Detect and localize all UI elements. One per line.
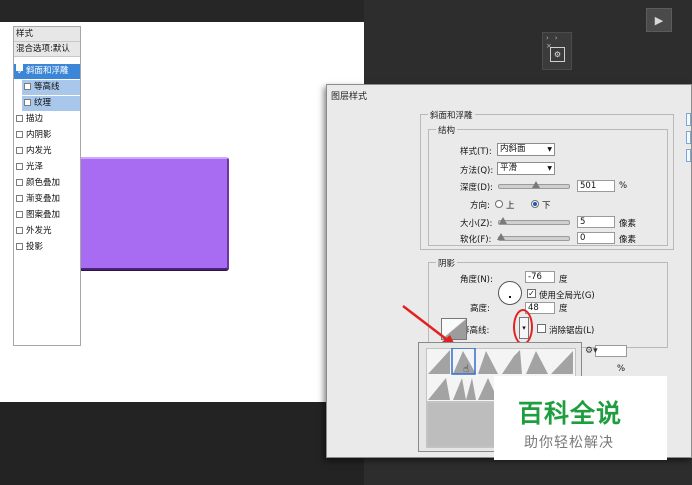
style-list-label: 样式 [16, 29, 34, 39]
checkbox-icon[interactable] [24, 83, 31, 90]
angle-dial[interactable] [498, 281, 522, 305]
style-list-label: 混合选项:默认 [16, 44, 70, 54]
style-item-inner-shadow[interactable]: 内阴影 [14, 128, 80, 143]
style-item-stroke[interactable]: 描边 [14, 112, 80, 127]
size-slider[interactable] [498, 217, 570, 225]
direction-label: 方向: [470, 201, 490, 211]
workspace-background [0, 402, 364, 485]
collapsed-panel[interactable]: ›› × ⚙ [542, 32, 572, 70]
angle-label: 角度(N): [460, 275, 493, 285]
global-light-checkbox[interactable]: ✓ [527, 289, 536, 298]
shading-title: 阴影 [436, 257, 458, 269]
checkbox-icon[interactable] [16, 163, 23, 170]
style-item-pattern-overlay[interactable]: 图案叠加 [14, 208, 80, 223]
bevel-style-select[interactable]: 内斜面 ▼ [497, 143, 555, 156]
style-list-label: 等高线 [34, 82, 60, 92]
angle-input[interactable]: -76 [525, 271, 555, 283]
altitude-unit: 度 [559, 304, 568, 314]
global-light-label: 使用全局光(G) [539, 291, 595, 301]
altitude-label: 高度: [470, 304, 490, 314]
gear-icon[interactable]: ⚙▾ [585, 346, 598, 356]
checkbox-icon[interactable] [16, 131, 23, 138]
highlight-circle [513, 309, 533, 345]
depth-slider-thumb[interactable] [532, 181, 540, 188]
watermark-logo: 百科全说 助你轻松解决 [494, 376, 667, 460]
checkbox-icon[interactable]: ✓ [16, 64, 24, 77]
style-list-item[interactable]: 混合选项:默认 [14, 42, 80, 57]
angle-unit: 度 [559, 275, 568, 285]
style-item-outer-glow[interactable]: 外发光 [14, 224, 80, 239]
style-item-contour[interactable]: 等高线 [22, 80, 80, 95]
style-list-label: 内发光 [26, 146, 52, 156]
soften-slider[interactable] [497, 233, 570, 241]
style-item-satin[interactable]: 光泽 [14, 160, 80, 175]
direction-down-label: 下 [542, 201, 551, 211]
style-item-bevel-emboss[interactable]: ✓ 斜面和浮雕 [14, 64, 80, 79]
checkbox-icon[interactable] [16, 243, 23, 250]
anti-alias-label: 消除锯齿(L) [549, 326, 595, 336]
chevron-down-icon: ▼ [547, 165, 552, 172]
depth-input[interactable]: 501 [577, 180, 615, 192]
size-label: 大小(Z): [460, 219, 493, 229]
depth-slider[interactable] [498, 181, 570, 189]
style-list-label: 描边 [26, 114, 44, 124]
watermark-title: 百科全说 [518, 399, 623, 428]
style-list-label: 外发光 [26, 226, 52, 236]
checkbox-icon[interactable] [24, 99, 31, 106]
new-style-button-edge[interactable] [686, 149, 691, 162]
checkbox-icon[interactable] [16, 227, 23, 234]
soften-label: 软化(F): [460, 235, 492, 245]
dialog-title: 图层样式 [331, 92, 368, 102]
soften-slider-thumb[interactable] [497, 233, 505, 240]
technique-label: 方法(Q): [460, 166, 494, 176]
style-item-texture[interactable]: 纹理 [22, 96, 80, 111]
direction-up-radio[interactable] [495, 200, 503, 208]
bevel-section-title: 斜面和浮雕 [428, 109, 475, 121]
style-item-gradient-overlay[interactable]: 渐变叠加 [14, 192, 80, 207]
anti-alias-checkbox[interactable] [537, 324, 546, 333]
panel-icon[interactable]: ⚙ [550, 47, 565, 62]
bevel-style-value: 内斜面 [500, 144, 526, 154]
style-list-label: 光泽 [26, 162, 44, 172]
ok-button-edge[interactable] [686, 113, 691, 126]
direction-up-label: 上 [506, 201, 515, 211]
opacity-unit: % [617, 364, 626, 374]
hand-cursor-icon: ☝ [463, 364, 470, 375]
watermark-subtitle: 助你轻松解决 [524, 435, 614, 451]
style-label: 样式(T): [460, 147, 492, 157]
technique-select[interactable]: 平滑 ▼ [497, 162, 555, 175]
size-input[interactable]: 5 [577, 216, 615, 228]
style-list-label: 颜色叠加 [26, 178, 61, 188]
style-list-label: 内阴影 [26, 130, 52, 140]
technique-value: 平滑 [500, 163, 518, 173]
blend-input-fragment[interactable] [595, 345, 627, 357]
checkbox-icon[interactable] [16, 147, 23, 154]
soften-input[interactable]: 0 [577, 232, 615, 244]
chevron-down-icon: ▼ [547, 146, 552, 153]
style-item-color-overlay[interactable]: 颜色叠加 [14, 176, 80, 191]
style-list-item[interactable]: 样式 [14, 27, 80, 42]
style-list-label: 纹理 [34, 98, 52, 108]
checkbox-icon[interactable] [16, 115, 23, 122]
structure-title: 结构 [436, 124, 458, 136]
style-item-drop-shadow[interactable]: 投影 [14, 240, 80, 255]
soften-unit: 像素 [619, 235, 637, 245]
cancel-button-edge[interactable] [686, 131, 691, 144]
style-list-label: 渐变叠加 [26, 194, 61, 204]
checkbox-icon[interactable] [16, 211, 23, 218]
checkbox-icon[interactable] [16, 179, 23, 186]
size-unit: 像素 [619, 219, 637, 229]
checkbox-icon[interactable] [16, 195, 23, 202]
style-list: 样式 混合选项:默认 ✓ 斜面和浮雕 等高线 纹理 描边 内阴影 内发光 光泽 颜… [13, 26, 81, 346]
style-list-label: 图案叠加 [26, 210, 61, 220]
direction-down-radio[interactable] [531, 200, 539, 208]
play-icon[interactable]: ▶ [646, 8, 672, 32]
depth-label: 深度(D): [460, 183, 494, 193]
depth-unit: % [619, 181, 628, 191]
style-list-label: 斜面和浮雕 [26, 66, 69, 76]
style-item-inner-glow[interactable]: 内发光 [14, 144, 80, 159]
size-slider-thumb[interactable] [499, 217, 507, 224]
altitude-input[interactable]: 48 [525, 302, 555, 314]
style-list-label: 投影 [26, 242, 44, 252]
